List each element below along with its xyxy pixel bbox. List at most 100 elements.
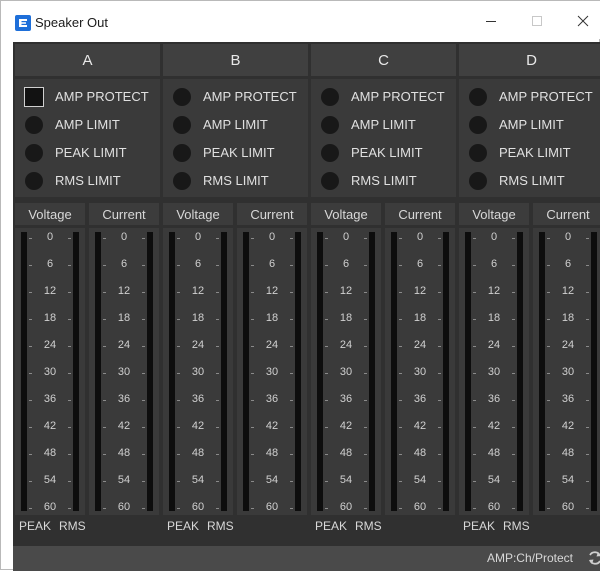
refresh-icon[interactable] bbox=[587, 550, 600, 566]
scale-tick-label: 54 bbox=[265, 474, 279, 486]
channel-header: B bbox=[163, 44, 308, 76]
scale-tick-label: 24 bbox=[339, 339, 353, 351]
current-meter: 0 6 12 18 24 30 36 42 48 54 60 bbox=[237, 228, 307, 515]
scale-tick-mark bbox=[512, 265, 515, 266]
scale-tick-label: 36 bbox=[191, 393, 205, 405]
scale-tick-mark bbox=[438, 400, 441, 401]
channel-c: C AMP PROTECT AMP LIMIT PEAK LIMIT RMS LIMIT… bbox=[309, 42, 456, 542]
scale-tick-mark bbox=[512, 292, 515, 293]
scale-tick-mark bbox=[29, 481, 32, 482]
scale-tick-mark bbox=[438, 481, 441, 482]
scale-tick-mark bbox=[438, 319, 441, 320]
scale-tick-mark bbox=[68, 427, 71, 428]
scale-tick-label: 30 bbox=[117, 366, 131, 378]
indicator-led bbox=[173, 88, 191, 106]
scale-tick-label: 54 bbox=[43, 474, 57, 486]
indicator-row: PEAK LIMIT bbox=[311, 142, 456, 164]
scale-tick-mark bbox=[325, 292, 328, 293]
scale-tick-mark bbox=[325, 454, 328, 455]
channel-a: A AMP PROTECT AMP LIMIT PEAK LIMIT RMS LIMIT… bbox=[13, 42, 160, 542]
indicator-row: RMS LIMIT bbox=[15, 170, 160, 192]
rms-label: RMS bbox=[355, 519, 382, 533]
scale-tick-mark bbox=[547, 454, 550, 455]
scale-tick-mark bbox=[142, 346, 145, 347]
indicator-row: PEAK LIMIT bbox=[459, 142, 600, 164]
scale-tick-mark bbox=[290, 508, 293, 509]
scale-tick-label: 48 bbox=[117, 447, 131, 459]
scale-tick-mark bbox=[177, 319, 180, 320]
scale-tick-mark bbox=[512, 427, 515, 428]
scale-tick-label: 30 bbox=[561, 366, 575, 378]
scale-tick-mark bbox=[364, 454, 367, 455]
scale-tick-mark bbox=[586, 265, 589, 266]
scale-tick-mark bbox=[142, 292, 145, 293]
maximize-button[interactable] bbox=[521, 9, 555, 33]
scale-tick-mark bbox=[290, 400, 293, 401]
voltage-meter: 0 6 12 18 24 30 36 42 48 54 60 bbox=[15, 228, 85, 515]
current-meter: 0 6 12 18 24 30 36 42 48 54 60 bbox=[385, 228, 455, 515]
scale-tick-mark bbox=[325, 319, 328, 320]
scale-tick-mark bbox=[177, 346, 180, 347]
scale-tick-label: 36 bbox=[561, 393, 575, 405]
scale-tick-label: 30 bbox=[265, 366, 279, 378]
scale-tick-label: 54 bbox=[117, 474, 131, 486]
scale-tick-mark bbox=[68, 346, 71, 347]
scale-tick-label: 60 bbox=[43, 501, 57, 513]
minimize-button[interactable] bbox=[475, 9, 509, 33]
scale-tick-label: 42 bbox=[191, 420, 205, 432]
scale-tick-mark bbox=[399, 508, 402, 509]
scale-tick-label: 6 bbox=[194, 258, 202, 270]
indicator-led bbox=[25, 144, 43, 162]
scale-tick-mark bbox=[586, 373, 589, 374]
scale-tick-label: 42 bbox=[413, 420, 427, 432]
scale-tick-mark bbox=[251, 373, 254, 374]
scale-tick-label: 0 bbox=[342, 231, 350, 243]
scale-tick-mark bbox=[547, 427, 550, 428]
title-bar[interactable]: Speaker Out bbox=[1, 1, 600, 39]
scale-tick-mark bbox=[399, 292, 402, 293]
scale-tick-mark bbox=[103, 373, 106, 374]
scale-tick-label: 6 bbox=[268, 258, 276, 270]
scale-tick-mark bbox=[103, 346, 106, 347]
indicator-row: RMS LIMIT bbox=[163, 170, 308, 192]
close-button[interactable] bbox=[567, 9, 600, 33]
scale-tick-label: 30 bbox=[413, 366, 427, 378]
scale-tick-mark bbox=[290, 346, 293, 347]
scale-tick-mark bbox=[325, 481, 328, 482]
window-title: Speaker Out bbox=[35, 15, 108, 30]
scale-tick-label: 36 bbox=[265, 393, 279, 405]
indicator-panel: AMP PROTECT AMP LIMIT PEAK LIMIT RMS LIMIT bbox=[311, 79, 456, 197]
indicator-led bbox=[25, 116, 43, 134]
scale-tick-label: 60 bbox=[561, 501, 575, 513]
indicator-panel: AMP PROTECT AMP LIMIT PEAK LIMIT RMS LIMIT bbox=[163, 79, 308, 197]
scale-tick-mark bbox=[473, 400, 476, 401]
scale-tick-mark bbox=[290, 373, 293, 374]
scale-tick-label: 36 bbox=[413, 393, 427, 405]
indicator-row: AMP LIMIT bbox=[15, 114, 160, 136]
indicator-label: PEAK LIMIT bbox=[55, 145, 127, 160]
scale-tick-mark bbox=[438, 265, 441, 266]
scale-tick-mark bbox=[364, 508, 367, 509]
indicator-label: PEAK LIMIT bbox=[499, 145, 571, 160]
indicator-led bbox=[321, 144, 339, 162]
scale-tick-mark bbox=[68, 319, 71, 320]
indicator-led bbox=[469, 172, 487, 190]
peak-label: PEAK bbox=[167, 519, 200, 533]
scale-tick-mark bbox=[142, 481, 145, 482]
scale-tick-mark bbox=[216, 454, 219, 455]
voltage-meter-header: Voltage bbox=[311, 203, 381, 225]
current-meter-header: Current bbox=[385, 203, 455, 225]
speaker-app-icon bbox=[15, 15, 31, 31]
scale-tick-mark bbox=[547, 346, 550, 347]
scale-tick-mark bbox=[290, 481, 293, 482]
scale-tick-mark bbox=[547, 508, 550, 509]
indicator-label: RMS LIMIT bbox=[203, 173, 269, 188]
scale-tick-label: 36 bbox=[117, 393, 131, 405]
scale-tick-mark bbox=[177, 400, 180, 401]
channel-header: D bbox=[459, 44, 600, 76]
scale-tick-label: 0 bbox=[416, 231, 424, 243]
scale-tick-label: 30 bbox=[339, 366, 353, 378]
scale-tick-mark bbox=[29, 346, 32, 347]
scale-tick-mark bbox=[438, 346, 441, 347]
indicator-label: AMP PROTECT bbox=[499, 89, 593, 104]
